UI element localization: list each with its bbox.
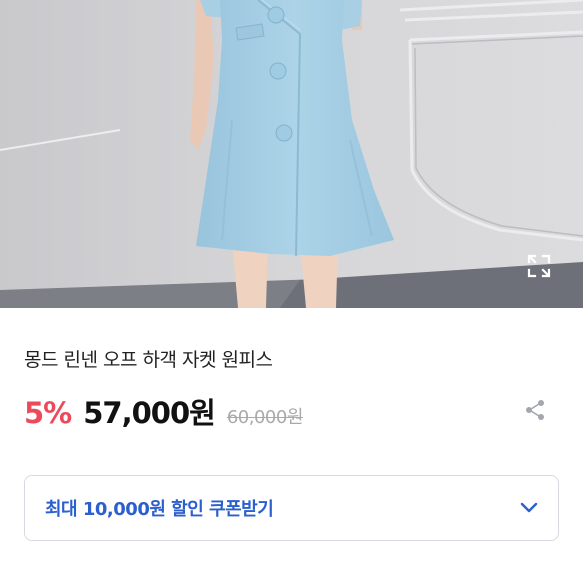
share-button[interactable]	[521, 396, 549, 424]
product-image[interactable]	[0, 0, 583, 308]
coupon-label: 최대 10,000원 할인 쿠폰받기	[45, 499, 274, 520]
expand-icon	[527, 254, 551, 278]
coupon-download-button[interactable]: 최대 10,000원 할인 쿠폰받기	[24, 475, 559, 541]
expand-button[interactable]	[524, 251, 554, 281]
original-price: 60,000원	[226, 407, 304, 428]
chevron-down-icon	[520, 502, 538, 513]
sale-price: 57,000원	[83, 396, 216, 430]
share-icon	[526, 400, 544, 420]
product-photo	[0, 0, 583, 308]
discount-rate: 5%	[24, 396, 72, 430]
product-title: 몽드 린넨 오프 하객 자켓 원피스	[24, 349, 273, 371]
price-row: 5% 57,000원 60,000원	[24, 390, 303, 430]
